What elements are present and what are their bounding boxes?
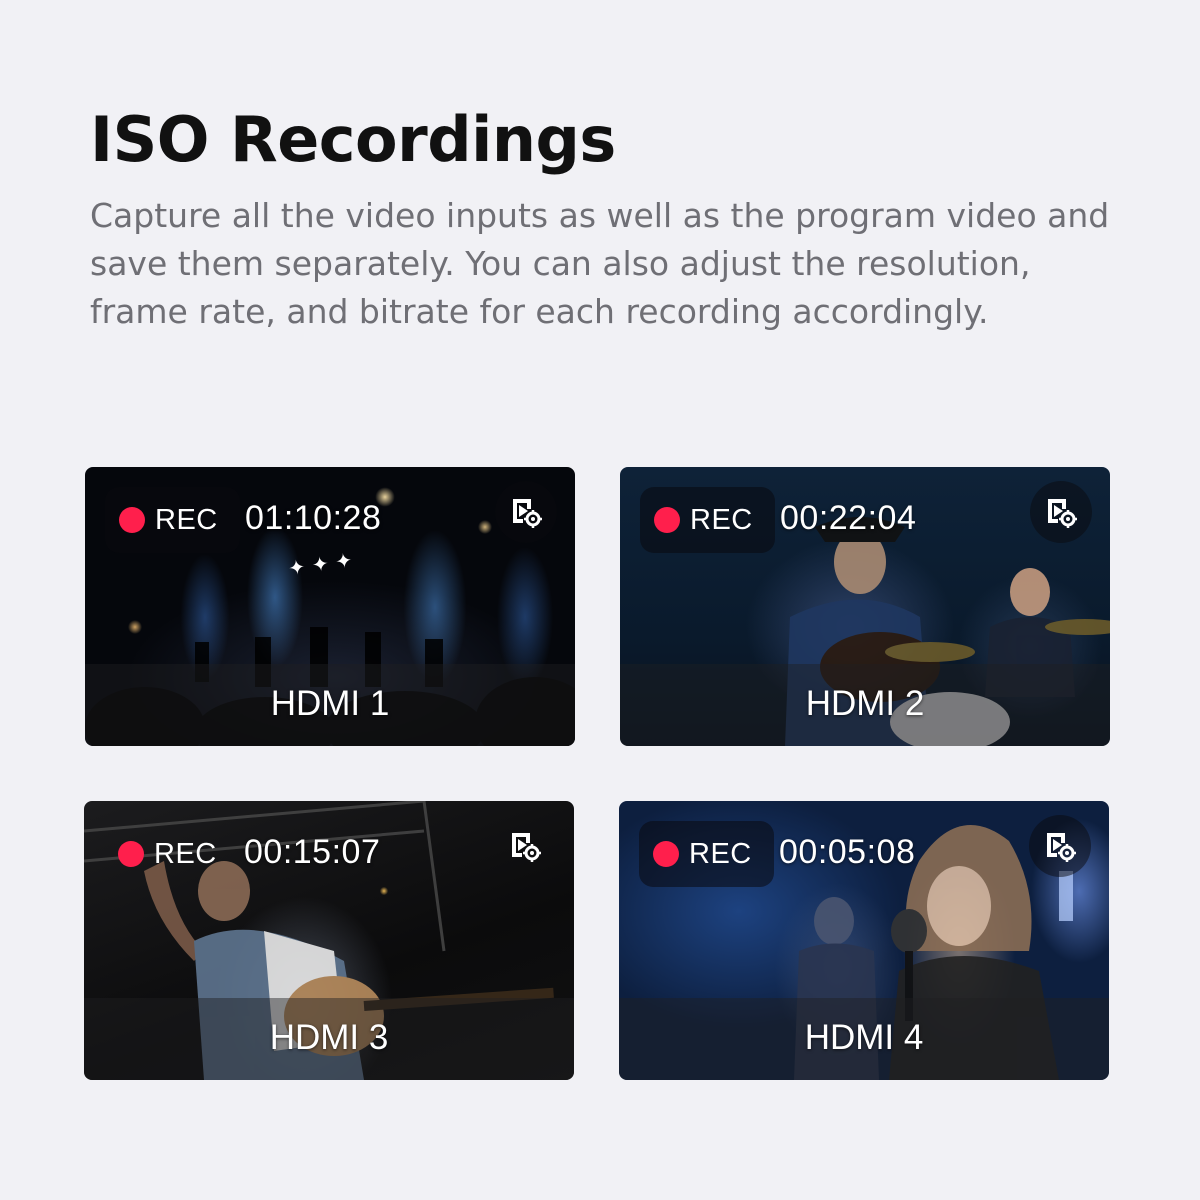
video-settings-icon [1047,833,1076,862]
stage-banner-art: ✦ ✦ ✦ [287,548,354,581]
rec-status-label: REC [155,503,218,536]
video-settings-button[interactable] [1029,815,1091,877]
video-settings-icon [512,833,541,862]
recording-timecode: 00:05:08 [779,833,916,871]
recording-card-hdmi-3[interactable]: REC 00:15:07 HDMI 3 [84,801,574,1080]
rec-status-label: REC [690,503,753,536]
rec-status-pill: REC [639,821,774,887]
recording-timecode: 00:15:07 [244,833,381,871]
record-dot-icon [119,507,145,533]
input-label: HDMI 4 [804,1018,924,1057]
recording-card-hdmi-1[interactable]: ✦ ✦ ✦ REC 01:10:28 HDMI 1 [85,467,575,746]
video-settings-icon [513,499,542,528]
record-dot-icon [654,507,680,533]
video-settings-button[interactable] [494,815,556,877]
video-settings-button[interactable] [495,481,557,543]
rec-status-pill: REC [640,487,775,553]
video-settings-icon [1048,499,1077,528]
record-dot-icon [118,841,144,867]
input-label: HDMI 2 [805,684,925,723]
recording-timecode: 00:22:04 [780,499,917,537]
recording-card-hdmi-4[interactable]: REC 00:05:08 HDMI 4 [619,801,1109,1080]
recording-card-hdmi-2[interactable]: REC 00:22:04 HDMI 2 [620,467,1110,746]
page-description: Capture all the video inputs as well as … [90,196,1110,331]
record-dot-icon [653,841,679,867]
recording-timecode: 01:10:28 [245,499,382,537]
video-settings-button[interactable] [1030,481,1092,543]
rec-status-label: REC [154,837,217,870]
rec-status-pill: REC [105,487,240,553]
rec-status-pill: REC [104,821,239,887]
input-label: HDMI 1 [270,684,390,723]
page-title: ISO Recordings [90,103,616,176]
input-label: HDMI 3 [269,1018,389,1057]
rec-status-label: REC [689,837,752,870]
